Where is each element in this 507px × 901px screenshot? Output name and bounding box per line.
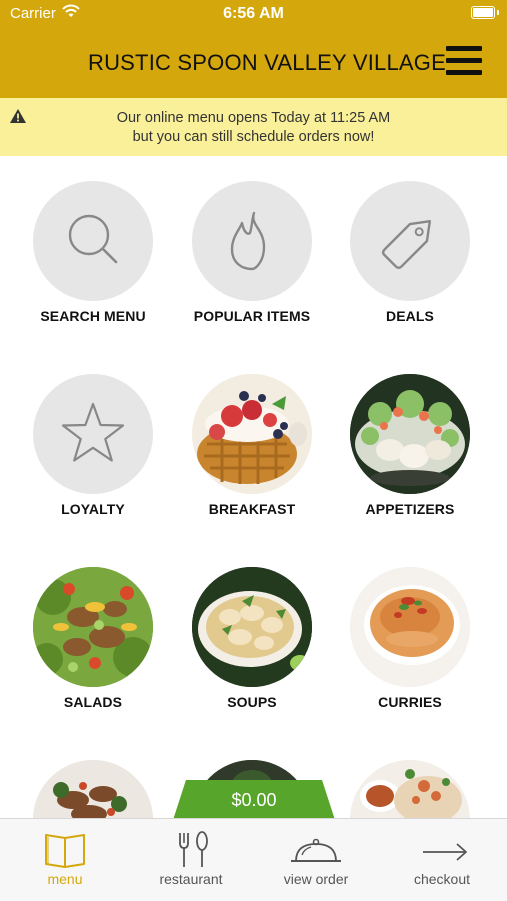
tab-label: menu (47, 871, 83, 887)
tile-deals[interactable]: DEALS (335, 181, 485, 331)
cloche-icon (291, 838, 341, 862)
tile-label: BREAKFAST (208, 501, 296, 517)
category-grid: SEARCH MENU POPULAR ITEMS DEALS LOYALTY … (0, 156, 507, 818)
food-photo (33, 760, 153, 818)
tab-bar: menu restaurant view order checkout (0, 818, 507, 901)
notice-text: Our online menu opens Today at 11:25 AM … (40, 109, 467, 147)
tile-label: LOYALTY (61, 501, 125, 517)
tile-row4-left[interactable] (18, 760, 168, 818)
battery-tip (497, 10, 499, 15)
tag-icon (350, 181, 470, 301)
tab-label: checkout (413, 871, 471, 887)
book-icon (45, 834, 85, 868)
notice-banner: Our online menu opens Today at 11:25 AM … (0, 98, 507, 156)
tab-label: view order (283, 871, 349, 887)
tile-salads[interactable]: SALADS (18, 567, 168, 717)
tile-label: POPULAR ITEMS (193, 308, 311, 324)
appetizer-photo (350, 374, 470, 494)
salad-photo (33, 567, 153, 687)
tile-row4-right[interactable] (335, 760, 485, 818)
notice-line-2: but you can still schedule orders now! (132, 129, 375, 145)
curry-photo (350, 567, 470, 687)
arrow-right-icon (423, 843, 467, 861)
tile-label: SEARCH MENU (40, 308, 146, 324)
warning-icon (10, 109, 26, 128)
waffle-photo (192, 374, 312, 494)
page-title: RUSTIC SPOON VALLEY VILLAGE (88, 50, 446, 75)
tab-checkout[interactable]: checkout (379, 819, 505, 901)
food-photo (350, 760, 470, 818)
tile-label: SOUPS (227, 694, 277, 710)
tile-label: APPETIZERS (365, 501, 455, 517)
soup-photo (192, 567, 312, 687)
tile-appetizers[interactable]: APPETIZERS (335, 374, 485, 524)
hamburger-icon[interactable] (446, 46, 482, 76)
tab-label: restaurant (159, 871, 223, 887)
star-icon (33, 374, 153, 494)
tile-label: DEALS (386, 308, 434, 324)
fork-knife-icon (179, 831, 208, 867)
battery-icon (471, 6, 495, 19)
tab-restaurant[interactable]: restaurant (128, 819, 254, 901)
search-icon (33, 181, 153, 301)
clock: 6:56 AM (223, 5, 284, 22)
tile-breakfast[interactable]: BREAKFAST (177, 374, 327, 524)
tile-label: CURRIES (378, 694, 442, 710)
flame-icon (192, 181, 312, 301)
tile-label: SALADS (63, 694, 123, 710)
tile-curries[interactable]: CURRIES (335, 567, 485, 717)
tab-menu[interactable]: menu (2, 819, 128, 901)
cart-total-button[interactable]: $0.00 (173, 780, 335, 820)
status-bar: Carrier 6:56 AM (0, 0, 507, 28)
tile-loyalty[interactable]: LOYALTY (18, 374, 168, 524)
notice-line-1: Our online menu opens Today at 11:25 AM (116, 110, 391, 126)
tile-search-menu[interactable]: SEARCH MENU (18, 181, 168, 331)
tab-view-order[interactable]: view order (253, 819, 379, 901)
app-header: Carrier 6:56 AM RUSTIC SPOON VALLEY VILL… (0, 0, 507, 98)
tile-soups[interactable]: SOUPS (177, 567, 327, 717)
tile-popular-items[interactable]: POPULAR ITEMS (177, 181, 327, 331)
